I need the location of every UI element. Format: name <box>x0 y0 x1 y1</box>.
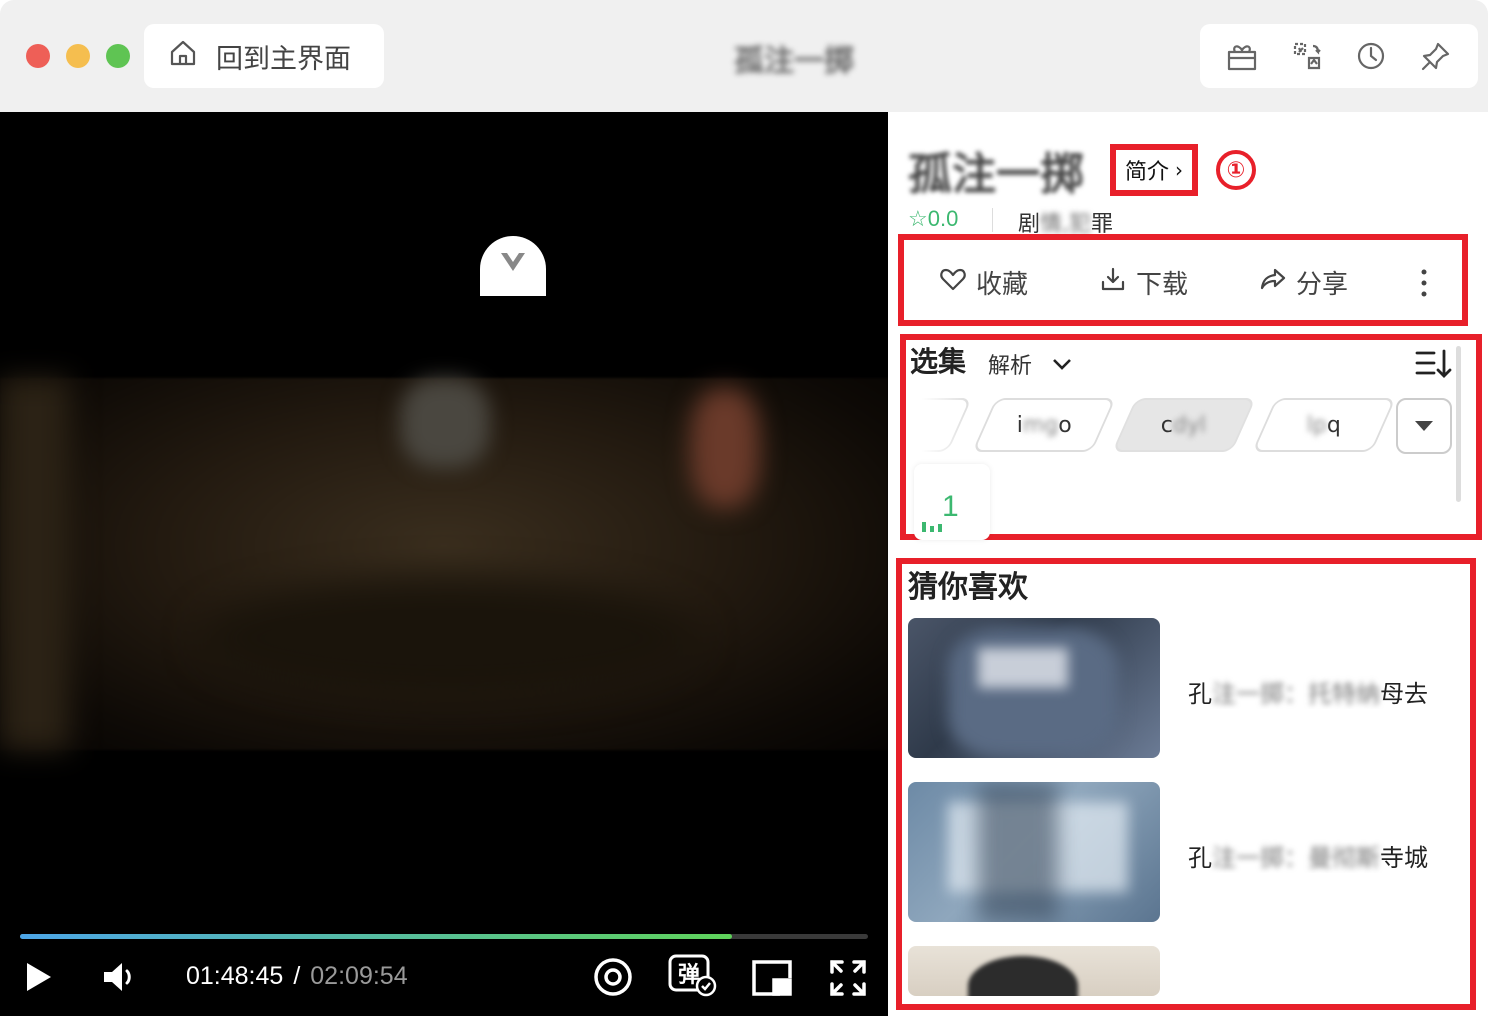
translate-icon[interactable] <box>1290 39 1324 73</box>
player-controls: 01:48:45 / 02:09:54 弹 <box>0 952 888 1016</box>
episode-card[interactable]: 1 <box>914 464 990 540</box>
title-bar: 回到主界面 孤注一掷 <box>0 0 1488 112</box>
heart-icon <box>940 266 976 299</box>
source-chip-suffix: q <box>1327 412 1342 438</box>
source-chip-blurred: dyl <box>1173 412 1207 438</box>
progress-bar[interactable] <box>20 934 868 939</box>
source-chip-prefix: c <box>1161 412 1174 438</box>
intro-link[interactable]: 简介 › <box>1110 144 1198 196</box>
recommendation-title-prefix: 孔 <box>1188 680 1212 708</box>
duration: 02:09:54 <box>310 962 408 990</box>
annotation-badge-1: ① <box>1216 150 1256 190</box>
time-separator: / <box>293 962 301 990</box>
recommendation-item[interactable] <box>908 946 1448 996</box>
recommendation-title-blurred: 注一掷：曼彻斯 <box>1212 844 1380 872</box>
back-to-home-button[interactable]: 回到主界面 <box>144 24 384 88</box>
detail-panel: 孤注一掷 简介 › ① ☆0.0 剧情,犯罪 收藏 下载 分享 选集 解析 im… <box>888 112 1488 1016</box>
share-icon <box>1260 266 1296 299</box>
chevron-right-icon: › <box>1175 158 1183 182</box>
video-frame <box>0 378 888 750</box>
play-icon[interactable] <box>24 960 54 994</box>
source-label: 解析 <box>988 354 1033 379</box>
share-label: 分享 <box>1296 269 1349 300</box>
volume-icon[interactable] <box>102 960 138 994</box>
window-title: 孤注一掷 <box>734 44 854 79</box>
collapse-tab[interactable] <box>480 236 546 296</box>
source-chip-prefix: i <box>1016 412 1023 438</box>
source-chip-suffix: o <box>1058 412 1072 438</box>
more-icon[interactable] <box>1420 268 1428 298</box>
caret-down-icon <box>1414 417 1434 436</box>
episode-number: 1 <box>942 490 959 523</box>
favorite-label: 收藏 <box>976 269 1029 300</box>
sort-icon[interactable] <box>1414 348 1452 384</box>
source-chip-active[interactable]: cdyl <box>1111 398 1257 452</box>
scrollbar[interactable] <box>1456 346 1461 502</box>
action-bar: 收藏 下载 分享 <box>910 240 1458 324</box>
recommendation-thumbnail <box>908 782 1160 922</box>
danmaku-icon[interactable]: 弹 <box>668 954 718 998</box>
source-selector[interactable]: 解析 <box>988 348 1072 380</box>
download-label: 下载 <box>1136 269 1189 300</box>
chevron-down-icon <box>498 250 528 296</box>
sources-dropdown-button[interactable] <box>1396 398 1452 454</box>
recommendation-item[interactable]: 孔注一掷：托特纳母去 <box>908 618 1448 758</box>
share-button[interactable]: 分享 <box>1260 264 1390 301</box>
chevron-down-icon <box>1032 352 1072 377</box>
recommend-heading: 猜你喜欢 <box>908 570 1028 605</box>
recommendation-title-suffix: 寺城 <box>1380 844 1428 872</box>
source-chip[interactable]: imgo <box>971 398 1117 452</box>
show-title: 孤注一掷 <box>908 149 1084 200</box>
favorite-button[interactable]: 收藏 <box>940 264 1070 301</box>
download-button[interactable]: 下载 <box>1100 264 1230 301</box>
recommendation-item[interactable]: 孔注一掷：曼彻斯寺城 <box>908 782 1448 922</box>
recommendation-thumbnail <box>908 946 1160 996</box>
recommendation-thumbnail <box>908 618 1160 758</box>
intro-label: 简介 <box>1124 160 1169 185</box>
recommendation-title-blurred: 注一掷：托特纳 <box>1212 680 1380 708</box>
zoom-window-button[interactable] <box>106 44 130 68</box>
source-chip[interactable]: lpq <box>1251 398 1397 452</box>
close-window-button[interactable] <box>26 44 50 68</box>
source-chip-blurred: mg <box>1022 412 1059 438</box>
picture-in-picture-icon[interactable] <box>750 958 794 998</box>
time-display: 01:48:45 / 02:09:54 <box>186 962 408 991</box>
back-to-home-label: 回到主界面 <box>216 43 351 75</box>
current-time: 01:48:45 <box>186 962 284 990</box>
divider <box>992 208 993 232</box>
fullscreen-icon[interactable] <box>828 958 868 998</box>
progress-fill <box>20 934 733 939</box>
download-icon <box>1100 266 1136 299</box>
source-chip-blurred: lp <box>1306 412 1328 438</box>
episodes-heading: 选集 <box>910 345 967 378</box>
recommendation-title-suffix: 母去 <box>1380 680 1428 708</box>
gift-icon[interactable] <box>1225 39 1259 73</box>
toolbar <box>1200 24 1478 88</box>
pin-icon[interactable] <box>1419 39 1453 73</box>
minimize-window-button[interactable] <box>66 44 90 68</box>
recommendation-title-prefix: 孔 <box>1188 844 1212 872</box>
home-icon <box>168 38 216 75</box>
screenshot-icon[interactable] <box>592 956 634 998</box>
source-chips: ii1 imgo cdyl lpq <box>910 398 1450 454</box>
rating: ☆0.0 <box>908 206 959 231</box>
history-icon[interactable] <box>1354 39 1388 73</box>
video-player[interactable]: 01:48:45 / 02:09:54 弹 <box>0 112 888 1016</box>
